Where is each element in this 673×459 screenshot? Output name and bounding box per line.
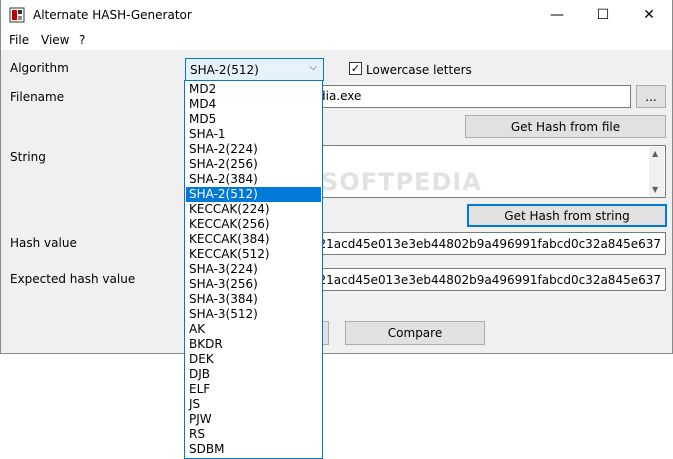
algorithm-select[interactable]: SHA-2(512) ⌵ bbox=[185, 58, 324, 81]
watermark: SOFTPEDIA bbox=[321, 168, 482, 196]
menu-help[interactable]: ? bbox=[79, 33, 85, 47]
algorithm-option[interactable]: SDBM bbox=[186, 442, 321, 457]
algorithm-option[interactable]: SHA-3(224) bbox=[186, 262, 321, 277]
algorithm-label: Algorithm bbox=[10, 61, 69, 75]
window-title: Alternate HASH-Generator bbox=[33, 8, 192, 22]
scroll-down-icon[interactable]: ▼ bbox=[652, 185, 658, 194]
menu-bar: File View ? bbox=[1, 30, 672, 50]
algorithm-option[interactable]: DEK bbox=[186, 352, 321, 367]
algorithm-option[interactable]: SHA-2(384) bbox=[186, 172, 321, 187]
algorithm-option[interactable]: SHA-3(512) bbox=[186, 307, 321, 322]
chevron-down-icon: ⌵ bbox=[309, 62, 317, 73]
lowercase-label[interactable]: Lowercase letters bbox=[366, 63, 472, 77]
lowercase-checkbox[interactable]: ✓ bbox=[349, 62, 362, 75]
compare-button[interactable]: Compare bbox=[345, 321, 485, 345]
algorithm-option[interactable]: SHA-3(384) bbox=[186, 292, 321, 307]
algorithm-dropdown-list[interactable]: MD2 MD4 MD5 SHA-1 SHA-2(224) SHA-2(256) … bbox=[184, 80, 323, 459]
close-button[interactable]: ✕ bbox=[626, 0, 672, 30]
algorithm-option[interactable]: PJW bbox=[186, 412, 321, 427]
algorithm-selected: SHA-2(512) bbox=[190, 63, 259, 77]
filename-label: Filename bbox=[10, 90, 65, 104]
menu-view[interactable]: View bbox=[41, 33, 69, 47]
algorithm-option[interactable]: MD5 bbox=[186, 112, 321, 127]
filename-value: dia.exe bbox=[318, 89, 362, 103]
get-hash-file-button[interactable]: Get Hash from file bbox=[465, 115, 666, 138]
algorithm-option[interactable]: KECCAK(224) bbox=[186, 202, 321, 217]
minimize-button[interactable]: — bbox=[534, 0, 580, 30]
string-label: String bbox=[10, 150, 46, 164]
menu-file[interactable]: File bbox=[9, 33, 29, 47]
algorithm-option-selected[interactable]: SHA-2(512) bbox=[186, 187, 321, 202]
expected-hash-label: Expected hash value bbox=[10, 272, 136, 286]
algorithm-option[interactable]: SHA-2(256) bbox=[186, 157, 321, 172]
app-window: Alternate HASH-Generator — ☐ ✕ File View… bbox=[0, 0, 673, 354]
maximize-button[interactable]: ☐ bbox=[580, 0, 626, 30]
algorithm-option[interactable]: RS bbox=[186, 427, 321, 442]
algorithm-option[interactable]: SHA-2(224) bbox=[186, 142, 321, 157]
algorithm-option[interactable]: JS bbox=[186, 397, 321, 412]
hash-value-label: Hash value bbox=[10, 236, 77, 250]
algorithm-option[interactable]: SHA-3(256) bbox=[186, 277, 321, 292]
algorithm-option[interactable]: DJB bbox=[186, 367, 321, 382]
scroll-up-icon[interactable]: ▲ bbox=[652, 149, 658, 158]
algorithm-option[interactable]: MD2 bbox=[186, 82, 321, 97]
algorithm-option[interactable]: BKDR bbox=[186, 337, 321, 352]
algorithm-option[interactable]: KECCAK(512) bbox=[186, 247, 321, 262]
get-hash-string-button[interactable]: Get Hash from string bbox=[467, 204, 667, 227]
algorithm-option[interactable]: SHA-1 bbox=[186, 127, 321, 142]
title-bar: Alternate HASH-Generator — ☐ ✕ bbox=[1, 0, 672, 30]
browse-button[interactable]: ... bbox=[636, 85, 666, 108]
algorithm-option[interactable]: KECCAK(384) bbox=[186, 232, 321, 247]
algorithm-option[interactable]: AK bbox=[186, 322, 321, 337]
app-icon bbox=[9, 7, 25, 23]
algorithm-option[interactable]: KECCAK(256) bbox=[186, 217, 321, 232]
string-scrollbar[interactable]: ▲ ▼ bbox=[649, 147, 664, 197]
algorithm-option[interactable]: ELF bbox=[186, 382, 321, 397]
algorithm-option[interactable]: MD4 bbox=[186, 97, 321, 112]
